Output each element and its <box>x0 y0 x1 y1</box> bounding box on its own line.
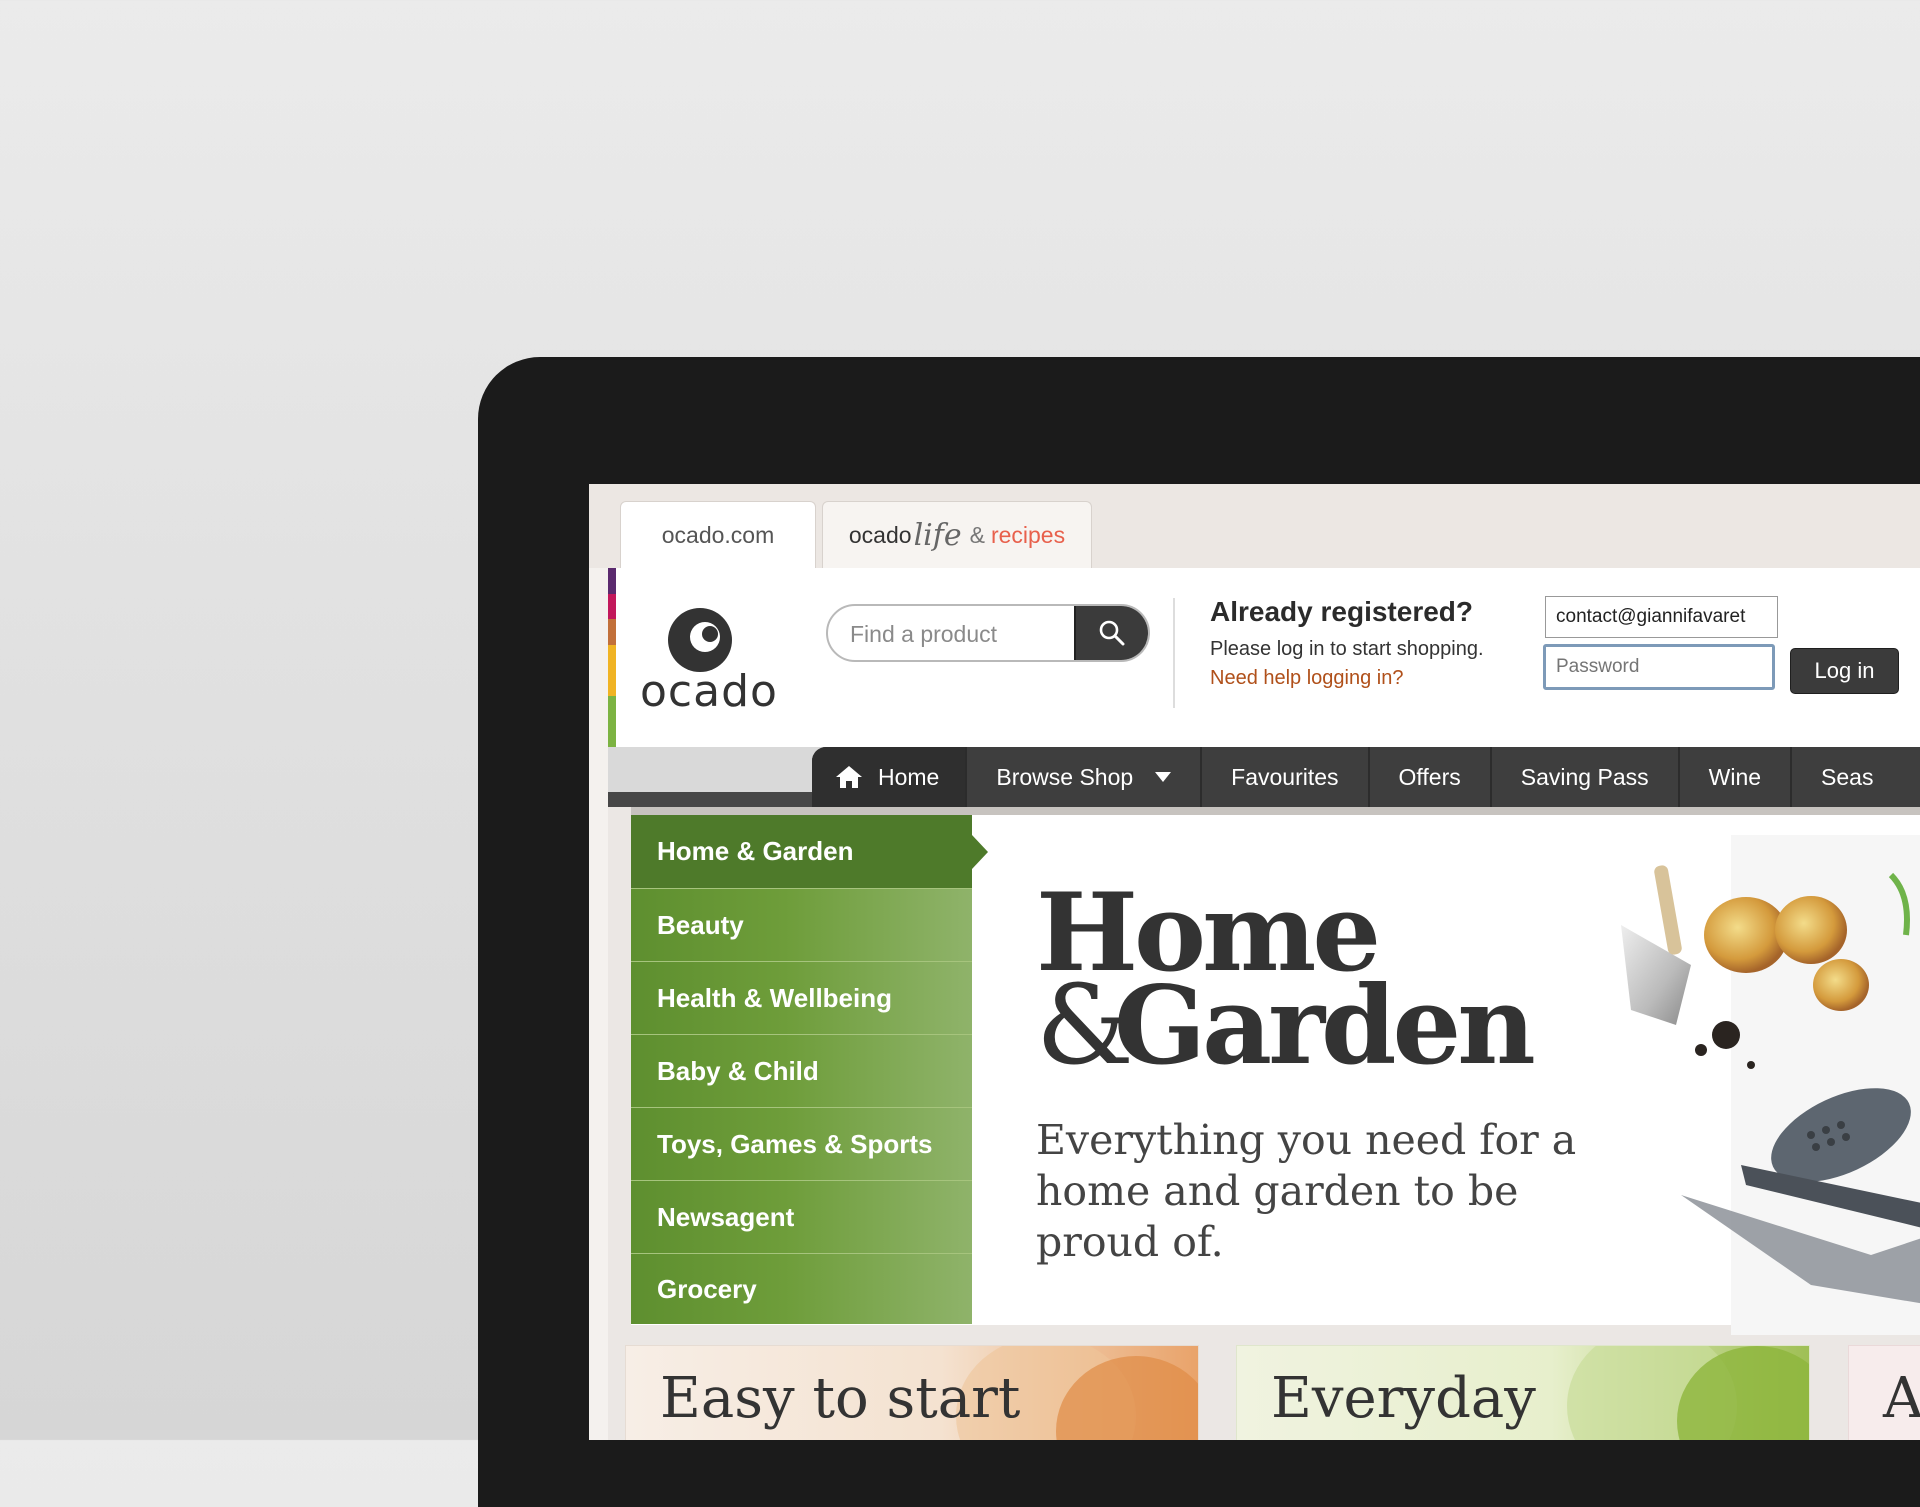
promo-third-text: A <box>1883 1366 1920 1431</box>
main-nav-bar: Home Browse Shop Favourites Offers Savin… <box>812 747 1920 807</box>
ocado-logo-icon[interactable] <box>668 608 732 672</box>
category-health-wellbeing[interactable]: Health & Wellbeing <box>631 962 972 1035</box>
promo-easy-to-start[interactable]: Easy to start <box>625 1345 1199 1440</box>
nav-saving-pass[interactable]: Saving Pass <box>1492 747 1680 807</box>
tab-life-word: life <box>913 517 962 553</box>
email-field[interactable] <box>1545 596 1778 638</box>
category-baby-child[interactable]: Baby & Child <box>631 1035 972 1108</box>
site-tabs: ocado.com ocado life & recipes <box>589 484 1920 568</box>
category-nav: Home & Garden Beauty Health & Wellbeing … <box>631 815 988 1324</box>
login-subtitle: Please log in to start shopping. <box>1210 638 1484 660</box>
tab-ocado-com[interactable]: ocado.com <box>620 501 816 568</box>
nav-browse-shop[interactable]: Browse Shop <box>967 747 1203 807</box>
category-home-garden[interactable]: Home & Garden <box>631 815 988 889</box>
search-input[interactable] <box>828 606 1102 660</box>
tab-ocado-com-label: ocado.com <box>661 521 775 548</box>
tab-amp: & <box>969 521 985 548</box>
hero-title: Home &Garden <box>1036 879 1536 1080</box>
search-icon <box>1099 620 1125 646</box>
promo-easy-to-start-text: Easy to start <box>660 1366 1021 1431</box>
nav-saving-pass-label: Saving Pass <box>1520 763 1649 790</box>
promo-third[interactable]: A <box>1848 1345 1920 1440</box>
nav-offers[interactable]: Offers <box>1370 747 1492 807</box>
password-field[interactable] <box>1543 644 1775 690</box>
main-nav: Home Browse Shop Favourites Offers Savin… <box>608 747 1920 807</box>
nav-seasonal-label: Seas <box>1821 763 1874 790</box>
hero-title-line2: Garden <box>1113 963 1536 1089</box>
header-divider <box>1173 598 1175 708</box>
tab-recipes-word: recipes <box>990 521 1066 548</box>
nav-wine[interactable]: Wine <box>1680 747 1793 807</box>
browser-screen: ocado.com ocado life & recipes ocado Fin… <box>589 484 1920 1440</box>
category-newsagent[interactable]: Newsagent <box>631 1181 972 1254</box>
home-icon <box>834 764 864 790</box>
garden-tools-image <box>1621 835 1920 1335</box>
login-title: Already registered? <box>1210 596 1473 627</box>
login-help-link[interactable]: Need help logging in? <box>1210 667 1404 690</box>
category-beauty[interactable]: Beauty <box>631 889 972 962</box>
promo-everyday[interactable]: Everyday <box>1236 1345 1810 1440</box>
chevron-down-icon <box>1155 772 1172 782</box>
nav-seasonal[interactable]: Seas <box>1792 747 1902 807</box>
nav-home[interactable]: Home <box>812 747 968 807</box>
nav-home-label: Home <box>878 763 940 790</box>
promo-everyday-text: Everyday <box>1271 1366 1536 1431</box>
brand-stripes <box>608 568 616 748</box>
nav-offers-label: Offers <box>1398 763 1461 790</box>
nav-favourites-label: Favourites <box>1231 763 1339 790</box>
nav-favourites[interactable]: Favourites <box>1202 747 1370 807</box>
search-box <box>826 604 1150 662</box>
category-toys-games-sports[interactable]: Toys, Games & Sports <box>631 1108 972 1181</box>
tab-ocadolife-recipes[interactable]: ocado life & recipes <box>822 501 1092 568</box>
nav-wine-label: Wine <box>1708 763 1762 790</box>
ocado-logo-text[interactable]: ocado <box>640 666 778 717</box>
main-content: Home & Garden Beauty Health & Wellbeing … <box>608 807 1920 1440</box>
search-button[interactable] <box>1074 606 1148 660</box>
category-grocery[interactable]: Grocery <box>631 1254 972 1324</box>
hero-banner: Home & Garden Beauty Health & Wellbeing … <box>631 807 1920 1335</box>
tab-ocado-word: ocado <box>848 521 912 548</box>
login-button[interactable]: Log in <box>1790 648 1899 694</box>
nav-browse-shop-label: Browse Shop <box>996 763 1134 790</box>
